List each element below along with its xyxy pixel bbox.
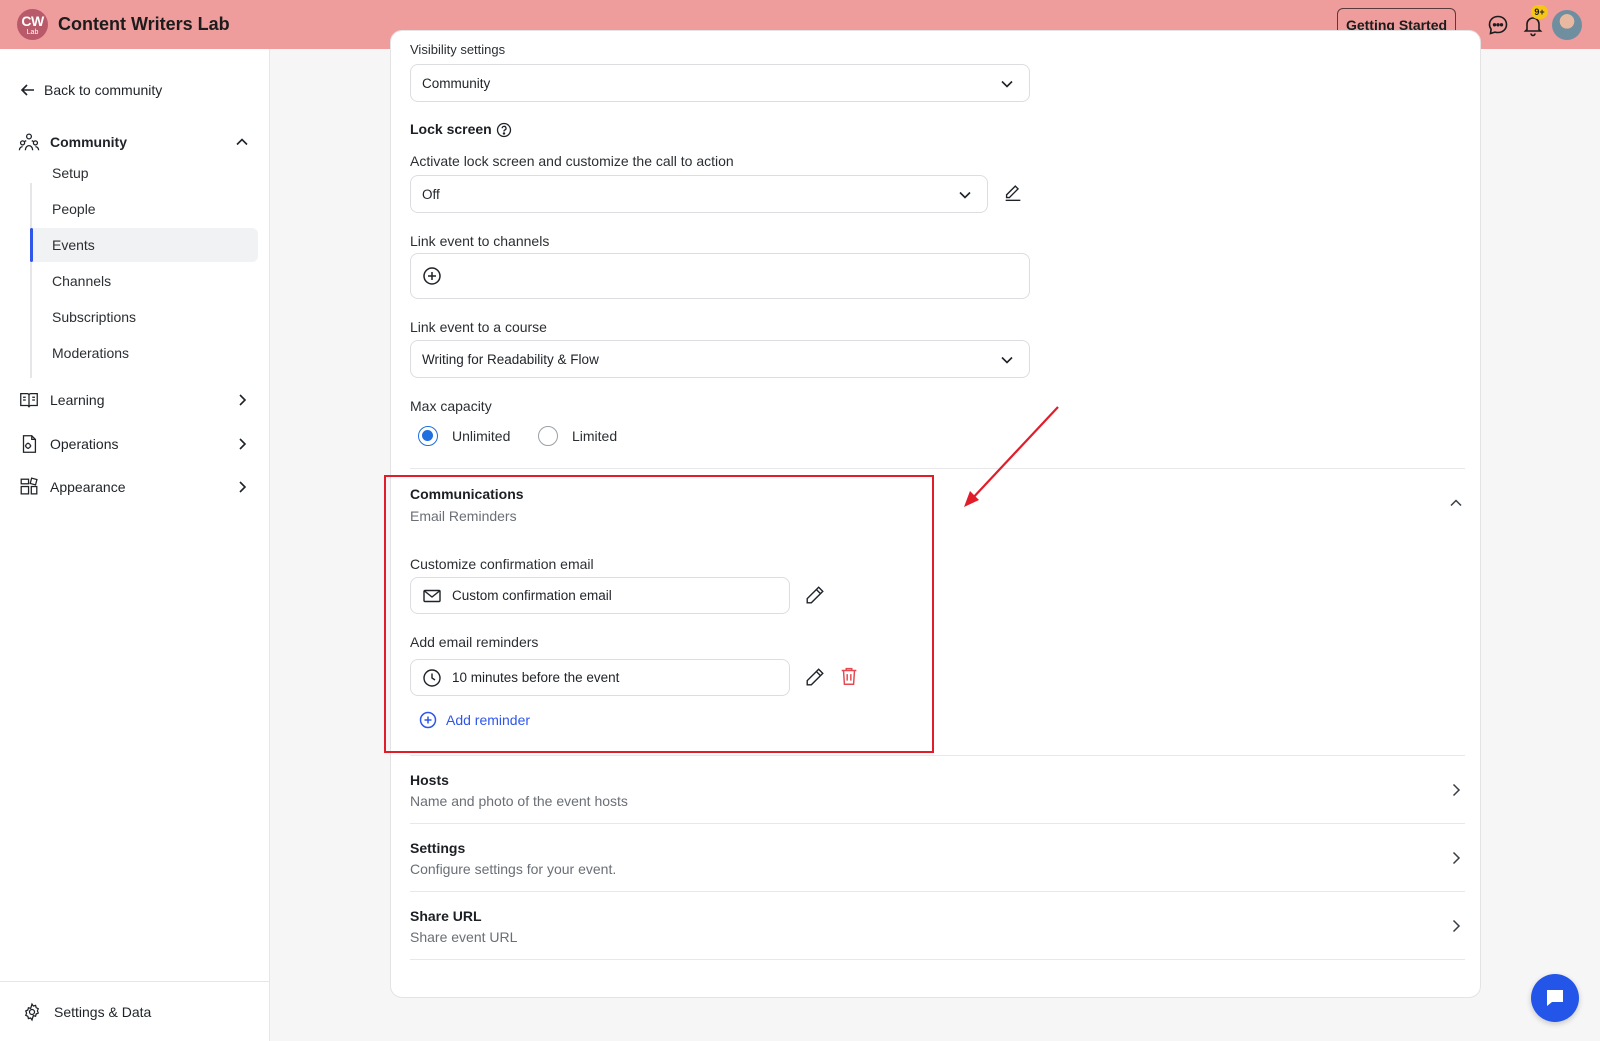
hosts-title[interactable]: Hosts bbox=[410, 772, 449, 788]
trash-icon[interactable] bbox=[838, 665, 860, 687]
link-course-label: Link event to a course bbox=[410, 319, 547, 335]
appearance-icon bbox=[20, 477, 38, 495]
add-reminder-label: Add reminder bbox=[446, 712, 531, 728]
settings-title[interactable]: Settings bbox=[410, 840, 465, 856]
share-url-description: Share event URL bbox=[410, 929, 518, 945]
nav-group-operations-label: Operations bbox=[50, 436, 119, 452]
divider bbox=[410, 891, 1465, 892]
nav-group-appearance-label: Appearance bbox=[50, 479, 126, 495]
share-url-title[interactable]: Share URL bbox=[410, 908, 482, 924]
divider bbox=[410, 468, 1465, 469]
app-logo[interactable]: CW Lab bbox=[17, 9, 48, 40]
chat-bubble-icon bbox=[1547, 990, 1563, 1006]
sidebar-item-setup[interactable]: Setup bbox=[30, 156, 258, 190]
capacity-unlimited-radio[interactable]: Unlimited bbox=[418, 426, 510, 446]
chevron-right-icon bbox=[239, 394, 247, 406]
chat-support-button[interactable] bbox=[1531, 974, 1579, 1022]
link-channels-label: Link event to channels bbox=[410, 233, 550, 249]
divider bbox=[410, 823, 1465, 824]
user-avatar[interactable] bbox=[1552, 10, 1582, 40]
capacity-unlimited-label: Unlimited bbox=[452, 428, 511, 444]
add-reminder-button[interactable]: Add reminder bbox=[419, 711, 530, 729]
book-icon bbox=[20, 392, 38, 408]
chevron-up-icon bbox=[236, 138, 248, 146]
community-icon bbox=[18, 133, 40, 151]
nav-group-operations[interactable]: Operations bbox=[18, 429, 250, 459]
communications-subtitle: Email Reminders bbox=[410, 508, 517, 524]
radio-selected bbox=[418, 426, 438, 446]
capacity-limited-radio[interactable]: Limited bbox=[538, 426, 617, 446]
sidebar-item-moderations[interactable]: Moderations bbox=[30, 336, 258, 370]
confirmation-email-field[interactable]: Custom confirmation email bbox=[410, 577, 790, 614]
gear-icon bbox=[24, 1002, 40, 1021]
nav-group-community-label: Community bbox=[50, 134, 127, 150]
logo-subtext: Lab bbox=[26, 28, 39, 36]
divider bbox=[410, 755, 1465, 756]
reminder-value: 10 minutes before the event bbox=[452, 670, 620, 685]
sidebar: Back to community Community Setup People… bbox=[0, 49, 270, 1041]
capacity-limited-label: Limited bbox=[572, 428, 618, 444]
email-reminders-label: Add email reminders bbox=[410, 634, 539, 650]
sidebar-item-channels[interactable]: Channels bbox=[30, 264, 258, 298]
confirmation-email-label: Customize confirmation email bbox=[410, 556, 594, 572]
lock-screen-label: Lock screen bbox=[410, 121, 492, 137]
chevron-right-icon[interactable] bbox=[1447, 849, 1465, 867]
nav-group-community[interactable]: Community bbox=[18, 127, 250, 157]
add-circle-icon[interactable] bbox=[422, 266, 442, 286]
chevron-right-icon[interactable] bbox=[1447, 917, 1465, 935]
lock-screen-value: Off bbox=[422, 186, 440, 202]
chevron-down-icon bbox=[1001, 356, 1013, 364]
back-label: Back to community bbox=[44, 82, 163, 98]
back-to-community-link[interactable]: Back to community bbox=[20, 82, 162, 98]
chevron-right-icon bbox=[239, 438, 247, 450]
confirmation-email-value: Custom confirmation email bbox=[452, 588, 612, 603]
visibility-select[interactable]: Community bbox=[410, 64, 1030, 102]
lock-screen-select[interactable]: Off bbox=[410, 175, 988, 213]
help-circle-icon[interactable] bbox=[496, 122, 512, 138]
sidebar-item-subscriptions[interactable]: Subscriptions bbox=[30, 300, 258, 334]
chevron-right-icon bbox=[239, 481, 247, 493]
max-capacity-label: Max capacity bbox=[410, 398, 492, 414]
edit-lock-screen-icon[interactable] bbox=[1002, 182, 1024, 204]
pencil-icon[interactable] bbox=[804, 666, 826, 688]
sidebar-item-events[interactable]: Events bbox=[30, 228, 258, 262]
mail-icon bbox=[423, 589, 441, 602]
nav-group-learning-label: Learning bbox=[50, 392, 105, 408]
link-channels-field[interactable] bbox=[410, 253, 1030, 299]
settings-description: Configure settings for your event. bbox=[410, 861, 617, 877]
chevron-right-icon[interactable] bbox=[1447, 781, 1465, 799]
app-title[interactable]: Content Writers Lab bbox=[58, 14, 230, 35]
lock-screen-description: Activate lock screen and customize the c… bbox=[410, 153, 734, 169]
visibility-label: Visibility settings bbox=[410, 42, 506, 57]
radio-unselected bbox=[538, 426, 558, 446]
chevron-up-icon[interactable] bbox=[1447, 494, 1465, 512]
operations-icon bbox=[22, 435, 37, 453]
pencil-icon[interactable] bbox=[804, 584, 826, 606]
course-select[interactable]: Writing for Readability & Flow bbox=[410, 340, 1030, 378]
logo-text: CW bbox=[21, 12, 44, 29]
nav-group-appearance[interactable]: Appearance bbox=[18, 472, 250, 502]
settings-data-link[interactable]: Settings & Data bbox=[0, 981, 269, 1041]
communications-title[interactable]: Communications bbox=[410, 486, 524, 502]
notification-badge: 9+ bbox=[1531, 5, 1548, 19]
arrow-left-icon bbox=[20, 84, 34, 96]
chevron-down-icon bbox=[959, 191, 971, 199]
nav-group-learning[interactable]: Learning bbox=[18, 385, 250, 415]
add-circle-icon bbox=[419, 711, 437, 729]
chevron-down-icon bbox=[1001, 80, 1013, 88]
settings-data-label: Settings & Data bbox=[54, 1003, 152, 1020]
clock-icon bbox=[423, 668, 441, 687]
hosts-description: Name and photo of the event hosts bbox=[410, 793, 628, 809]
divider bbox=[410, 959, 1465, 960]
reminder-field[interactable]: 10 minutes before the event bbox=[410, 659, 790, 696]
visibility-value: Community bbox=[422, 75, 491, 91]
sidebar-item-people[interactable]: People bbox=[30, 192, 258, 226]
course-value: Writing for Readability & Flow bbox=[422, 351, 599, 367]
messages-icon[interactable] bbox=[1486, 13, 1510, 37]
